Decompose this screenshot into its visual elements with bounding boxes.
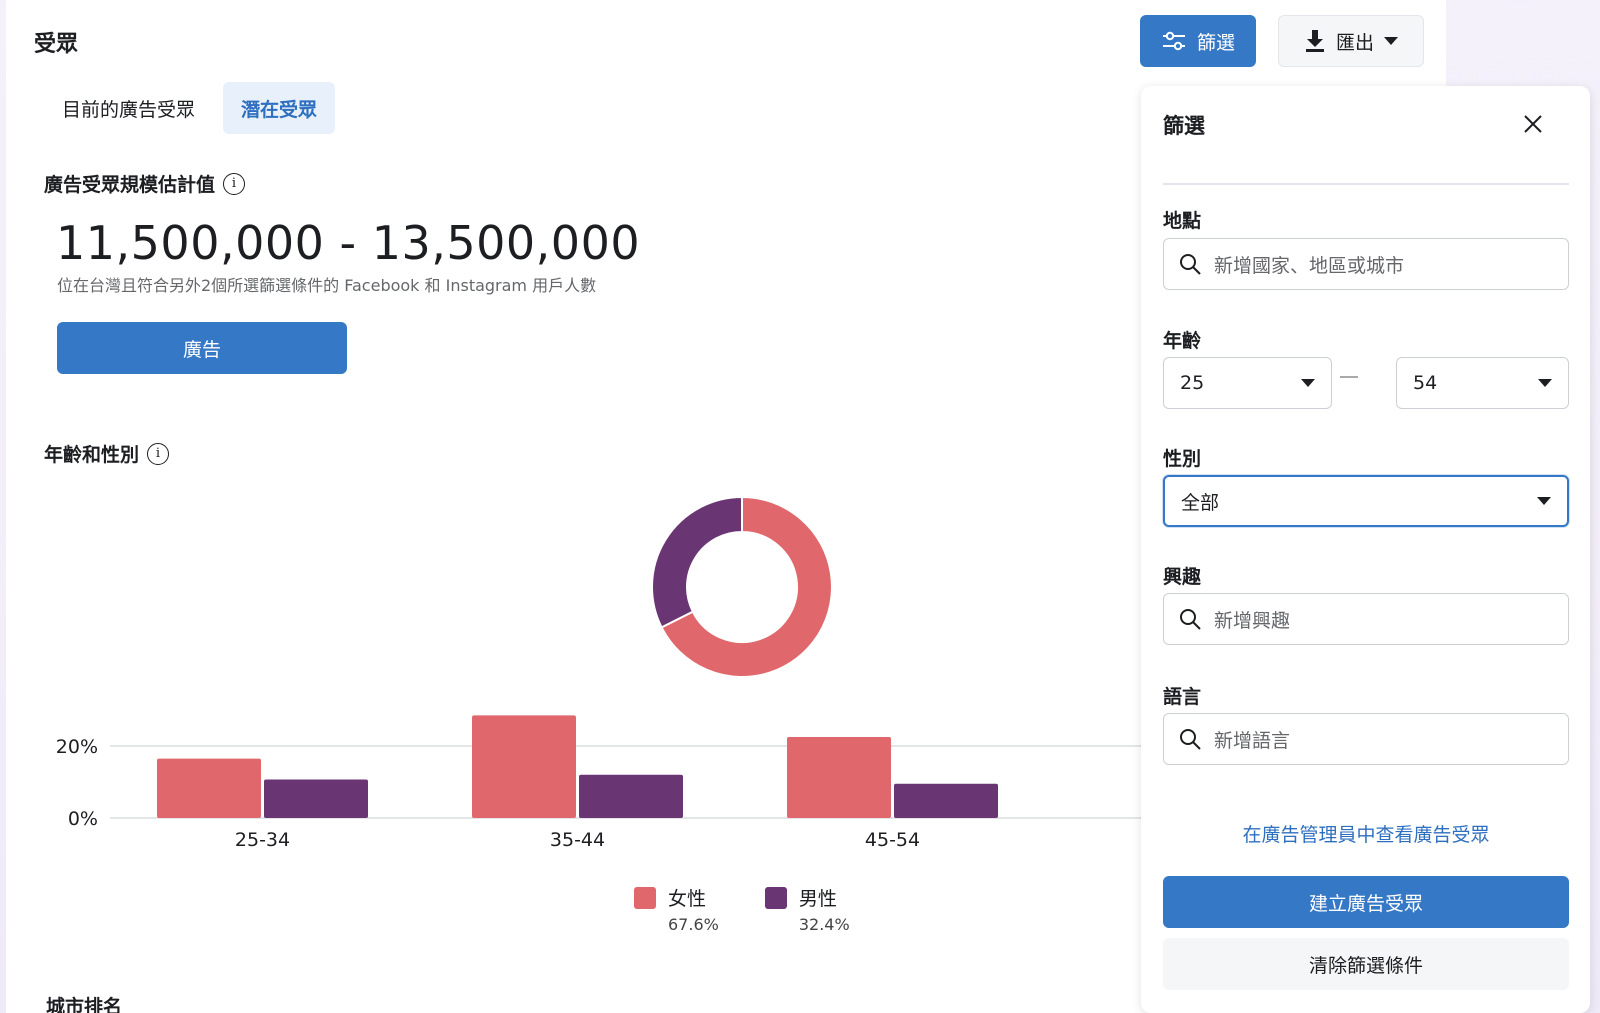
age-gender-label-text: 年齡和性別: [44, 444, 140, 466]
city-ranking-title: 城市排名: [46, 996, 123, 1013]
info-icon[interactable]: i: [223, 172, 246, 195]
divider: [1163, 183, 1569, 185]
bar-女性-35-44: [472, 715, 576, 818]
legend-share-male: 32.4%: [798, 915, 850, 934]
bar-女性-45-54: [787, 737, 891, 818]
chevron-down-icon: [1537, 497, 1551, 505]
chevron-down-icon: [1384, 37, 1398, 45]
info-icon[interactable]: i: [147, 442, 170, 465]
legend-share-female: 67.6%: [668, 915, 719, 934]
interests-input[interactable]: 新增興趣: [1163, 593, 1569, 645]
age-max-value: 54: [1413, 372, 1438, 394]
bar-男性-25-34: [264, 779, 368, 818]
filter-button-label: 篩選: [1196, 31, 1235, 54]
location-label: 地點: [1163, 210, 1202, 232]
filter-panel-title: 篩選: [1163, 114, 1205, 138]
gender-label: 性別: [1163, 448, 1202, 470]
bar-男性-35-44: [579, 774, 683, 818]
close-icon[interactable]: [1517, 108, 1549, 140]
gender-select[interactable]: 全部: [1163, 475, 1569, 527]
y-tick-label: 0%: [68, 808, 98, 830]
audience-size-description: 位在台灣且符合另外2個所選篩選條件的 Facebook 和 Instagram …: [57, 276, 597, 295]
export-button[interactable]: 匯出: [1278, 15, 1424, 67]
location-input[interactable]: 新增國家、地區或城市: [1163, 238, 1569, 290]
donut-slice-男性: [651, 495, 743, 629]
age-gender-chart: 0% 20% 25-34 35-44 45-54: [56, 495, 1146, 851]
age-gender-label: 年齡和性別 i: [44, 440, 170, 467]
x-tick-label: 25-34: [235, 829, 290, 851]
y-tick-label: 20%: [56, 736, 98, 758]
x-tick-label: 35-44: [550, 829, 605, 851]
x-tick-label: 45-54: [865, 829, 920, 851]
bar-男性-45-54: [894, 783, 998, 818]
create-audience-button[interactable]: 建立廣告受眾: [1163, 876, 1569, 928]
language-placeholder: 新增語言: [1214, 729, 1291, 752]
view-in-ads-manager-link[interactable]: 在廣告管理員中查看廣告受眾: [1163, 820, 1569, 847]
legend-label-female: 女性: [668, 888, 707, 910]
page-title: 受眾: [34, 32, 79, 57]
tab-current-audience[interactable]: 目前的廣告受眾: [44, 82, 213, 134]
age-range-dash: [1340, 376, 1358, 378]
tab-potential-audience[interactable]: 潛在受眾: [223, 82, 336, 134]
language-label: 語言: [1163, 686, 1202, 708]
filter-panel: 篩選 地點 新增國家、地區或城市 年齡 25 54 性別 全部 興趣 新增興趣: [1141, 86, 1590, 1013]
chart-legend: 女性 67.6% 男性 32.4%: [634, 884, 850, 934]
audience-size-label-text: 廣告受眾規模估計值: [44, 174, 216, 196]
legend-swatch-male: [764, 886, 787, 909]
chevron-down-icon: [1301, 379, 1315, 387]
search-icon: [1180, 609, 1201, 630]
legend-item-female[interactable]: 女性 67.6%: [634, 884, 719, 934]
audience-tabs: 目前的廣告受眾 潛在受眾: [44, 82, 336, 134]
legend-label-male: 男性: [798, 888, 837, 910]
export-button-label: 匯出: [1335, 31, 1374, 54]
interests-label: 興趣: [1163, 566, 1202, 588]
chevron-down-icon: [1538, 379, 1552, 387]
age-max-select[interactable]: 54: [1396, 357, 1569, 409]
language-input[interactable]: 新增語言: [1163, 713, 1569, 765]
audience-size-value: 11,500,000 - 13,500,000: [56, 216, 641, 270]
bar-女性-25-34: [157, 758, 261, 818]
ads-button[interactable]: 廣告: [57, 322, 347, 374]
search-icon: [1180, 254, 1201, 275]
audience-size-label: 廣告受眾規模估計值 i: [44, 170, 246, 197]
download-icon: [1305, 30, 1324, 52]
legend-item-male[interactable]: 男性 32.4%: [764, 884, 850, 934]
age-min-select[interactable]: 25: [1163, 357, 1332, 409]
age-min-value: 25: [1180, 372, 1205, 394]
legend-swatch-female: [634, 886, 656, 909]
search-icon: [1180, 729, 1201, 750]
interests-placeholder: 新增興趣: [1214, 609, 1291, 632]
location-placeholder: 新增國家、地區或城市: [1214, 254, 1405, 277]
age-label: 年齡: [1163, 330, 1202, 352]
sliders-icon: [1162, 31, 1185, 51]
filter-button[interactable]: 篩選: [1140, 15, 1256, 67]
gender-value: 全部: [1181, 491, 1220, 514]
clear-filters-button[interactable]: 清除篩選條件: [1163, 938, 1569, 990]
